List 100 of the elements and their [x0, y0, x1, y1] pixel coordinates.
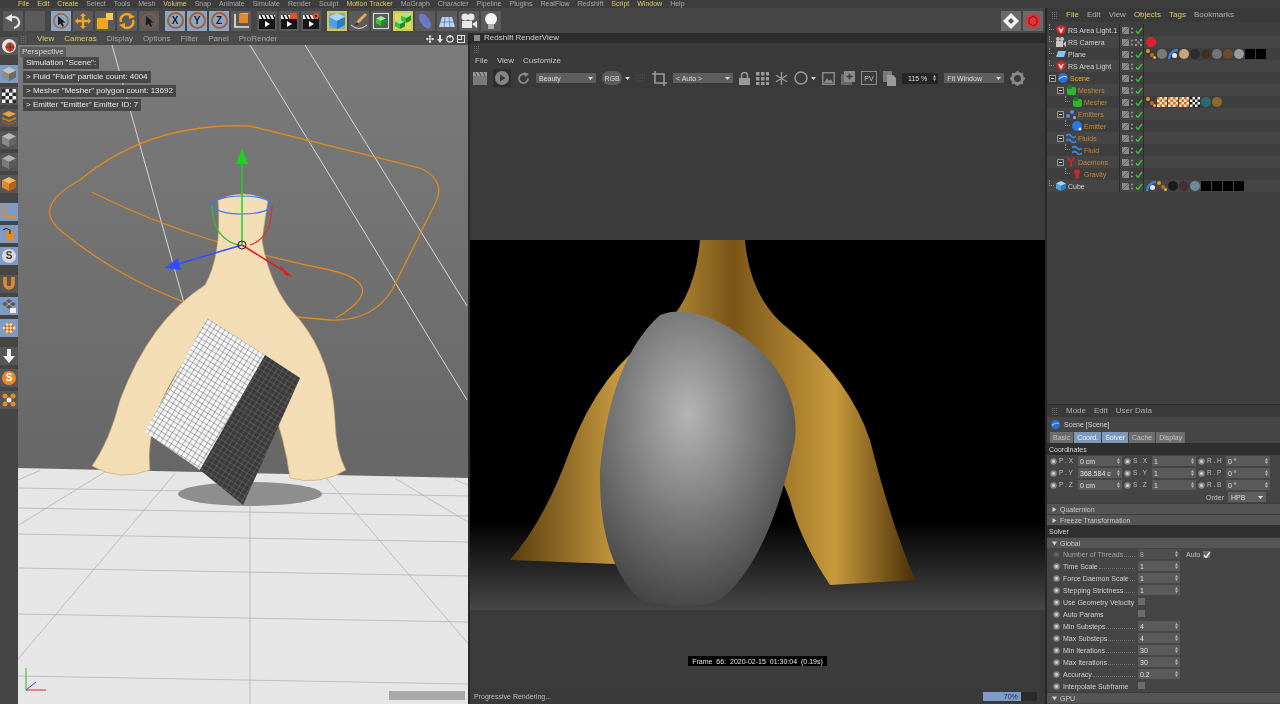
slashed-square-icon[interactable] — [1122, 158, 1129, 166]
workplane-grid-button[interactable] — [0, 297, 18, 315]
image-icon[interactable] — [822, 71, 835, 85]
material-ball-icon[interactable] — [1212, 49, 1222, 59]
asterisk-icon[interactable] — [775, 71, 788, 85]
fluid-mesh[interactable] — [91, 193, 347, 481]
rotate-button[interactable] — [117, 10, 137, 31]
slashed-square-icon[interactable] — [1122, 74, 1129, 82]
check-icon[interactable] — [1135, 26, 1143, 34]
points-mode-button[interactable] — [0, 131, 18, 149]
render-preview-button[interactable] — [0, 37, 18, 55]
attribute-menu-item[interactable]: User Data — [1115, 407, 1152, 415]
render-menu-item[interactable]: View — [496, 57, 515, 65]
transform-gizmo[interactable] — [164, 148, 293, 277]
image-plus-icon[interactable] — [841, 71, 855, 85]
dots-tag-icon[interactable] — [1146, 97, 1156, 107]
slashed-square-icon[interactable] — [1122, 110, 1129, 118]
material-swatch-icon[interactable] — [1245, 49, 1255, 59]
refresh-icon[interactable] — [517, 71, 530, 85]
cloner-button[interactable] — [393, 10, 413, 31]
scale-button[interactable] — [95, 10, 115, 31]
material-swatch-icon[interactable] — [1234, 181, 1244, 191]
viewport-menu-item[interactable]: Cameras — [64, 35, 97, 43]
maximize-icon[interactable] — [457, 35, 465, 43]
texture-mode-button[interactable] — [0, 87, 18, 105]
slashed-square-icon[interactable] — [1122, 50, 1129, 58]
material-ball-icon[interactable] — [1234, 49, 1244, 59]
slashed-square-icon[interactable] — [1122, 26, 1129, 34]
checker-tag-icon[interactable] — [1179, 97, 1189, 107]
check-icon[interactable] — [1135, 134, 1143, 142]
light-button[interactable] — [481, 10, 501, 31]
dots-button[interactable] — [0, 391, 18, 409]
cube-button[interactable] — [327, 10, 347, 31]
slashed-square-icon[interactable] — [1122, 146, 1129, 154]
material-ball-icon[interactable] — [1212, 97, 1222, 107]
floor-button[interactable] — [437, 10, 457, 31]
lock-icon[interactable] — [739, 71, 750, 85]
slashed-square-icon[interactable] — [1122, 170, 1129, 178]
workplane-button[interactable] — [0, 109, 18, 127]
grid-icon[interactable] — [756, 71, 769, 85]
render-menu-item[interactable]: Customize — [523, 57, 561, 65]
viewport-menu-item[interactable]: Options — [142, 35, 171, 43]
collapse-icon[interactable] — [1057, 86, 1064, 94]
checkbox[interactable] — [1138, 597, 1145, 605]
render-to-viewer-button[interactable] — [279, 10, 299, 31]
render-view-button[interactable] — [257, 10, 277, 31]
start-button[interactable] — [493, 69, 511, 87]
scroll-bar[interactable] — [389, 691, 465, 700]
rotate-icon[interactable] — [446, 35, 454, 43]
clapperboard-icon[interactable] — [473, 71, 487, 85]
display-mode-button[interactable] — [794, 71, 816, 85]
collapse-icon[interactable] — [1057, 110, 1064, 118]
check-icon[interactable] — [1135, 182, 1143, 190]
checkbox[interactable] — [1138, 681, 1145, 689]
axis-lock-button[interactable]: Y — [187, 10, 207, 31]
check-icon[interactable] — [1135, 170, 1143, 178]
magnet-button[interactable] — [0, 275, 18, 293]
check-icon[interactable] — [1135, 86, 1143, 94]
render-settings-button[interactable] — [301, 10, 321, 31]
collapse-icon[interactable] — [1057, 134, 1064, 142]
settings-icon[interactable] — [1010, 70, 1026, 86]
coordinate-system-button[interactable] — [231, 10, 251, 31]
tweak-mode-button[interactable] — [0, 225, 18, 243]
collapse-icon[interactable] — [1057, 158, 1064, 166]
undo-button[interactable] — [3, 10, 23, 31]
camera-button[interactable] — [459, 10, 479, 31]
crop-icon[interactable] — [652, 70, 667, 86]
check-icon[interactable] — [1135, 50, 1143, 58]
diamond-tool-button[interactable] — [1001, 10, 1021, 31]
check-icon[interactable] — [1135, 62, 1143, 70]
material-swatch-icon[interactable] — [1223, 181, 1233, 191]
pen-button[interactable] — [349, 10, 369, 31]
viewport-menu-item[interactable]: Panel — [208, 35, 229, 43]
subdivision-button[interactable] — [371, 10, 391, 31]
down-arrow-button[interactable] — [0, 347, 18, 365]
selection-button[interactable] — [139, 10, 159, 31]
attribute-menu-item[interactable]: Mode — [1066, 407, 1086, 415]
viewport-menu-item[interactable]: ProRender — [238, 35, 278, 43]
axis-lock-button[interactable]: Z — [209, 10, 229, 31]
check-icon[interactable] — [1135, 146, 1143, 154]
arc-tag-icon[interactable] — [1146, 181, 1156, 191]
slashed-square-icon[interactable] — [1122, 62, 1129, 70]
down-arrow-icon[interactable] — [437, 35, 443, 43]
material-ball-icon[interactable] — [1179, 49, 1189, 59]
move-icon[interactable] — [426, 35, 434, 43]
checker-tag-icon[interactable] — [1190, 97, 1200, 107]
cube-wireframe[interactable] — [145, 318, 300, 505]
arc-tag-icon[interactable] — [1168, 49, 1178, 59]
slashed-square-icon[interactable] — [1122, 38, 1129, 46]
axis-lock-button[interactable]: X — [165, 10, 185, 31]
slashed-square-icon[interactable] — [1122, 86, 1129, 94]
copy-icon[interactable] — [883, 70, 896, 86]
checker-tag-icon[interactable] — [1168, 97, 1178, 107]
viewport-canvas[interactable]: Perspective Simulation "Scene": > Fluid "Fluid" particle count: 4004 > Mesher "Mesher" polygon count: 13692 > Emitter "Emitter" Emitter ID: 7 — [18, 45, 468, 704]
viewport-menu-item[interactable]: Filter — [180, 35, 199, 43]
snap-button[interactable]: S — [0, 247, 18, 265]
object-menu-item[interactable]: Objects — [1133, 11, 1161, 19]
attribute-menu-item[interactable]: Edit — [1094, 407, 1108, 415]
object-menu-item[interactable]: Bookmarks — [1193, 11, 1234, 19]
object-menu-item[interactable]: Tags — [1169, 11, 1186, 19]
